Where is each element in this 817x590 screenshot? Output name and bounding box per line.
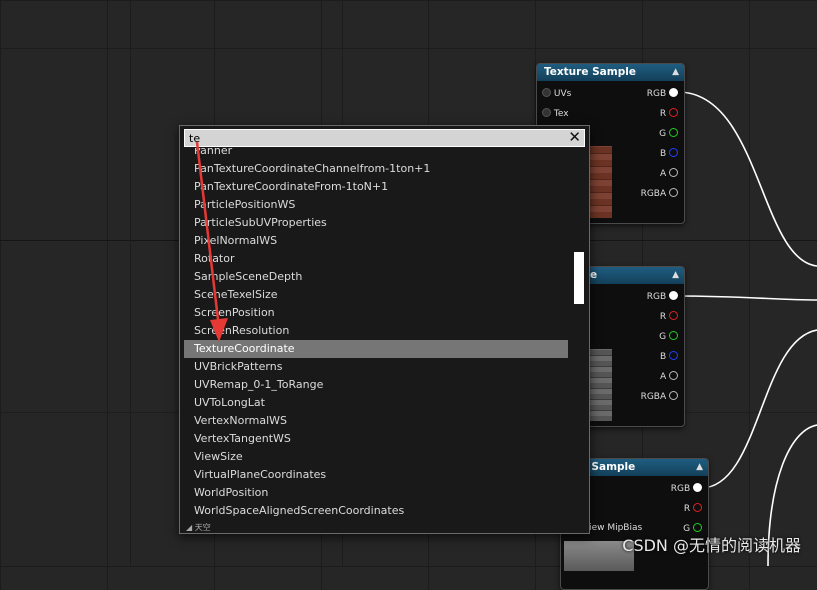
watermark: CSDN @无情的阅读机器 [622, 536, 801, 555]
annotation-arrow [195, 141, 228, 342]
